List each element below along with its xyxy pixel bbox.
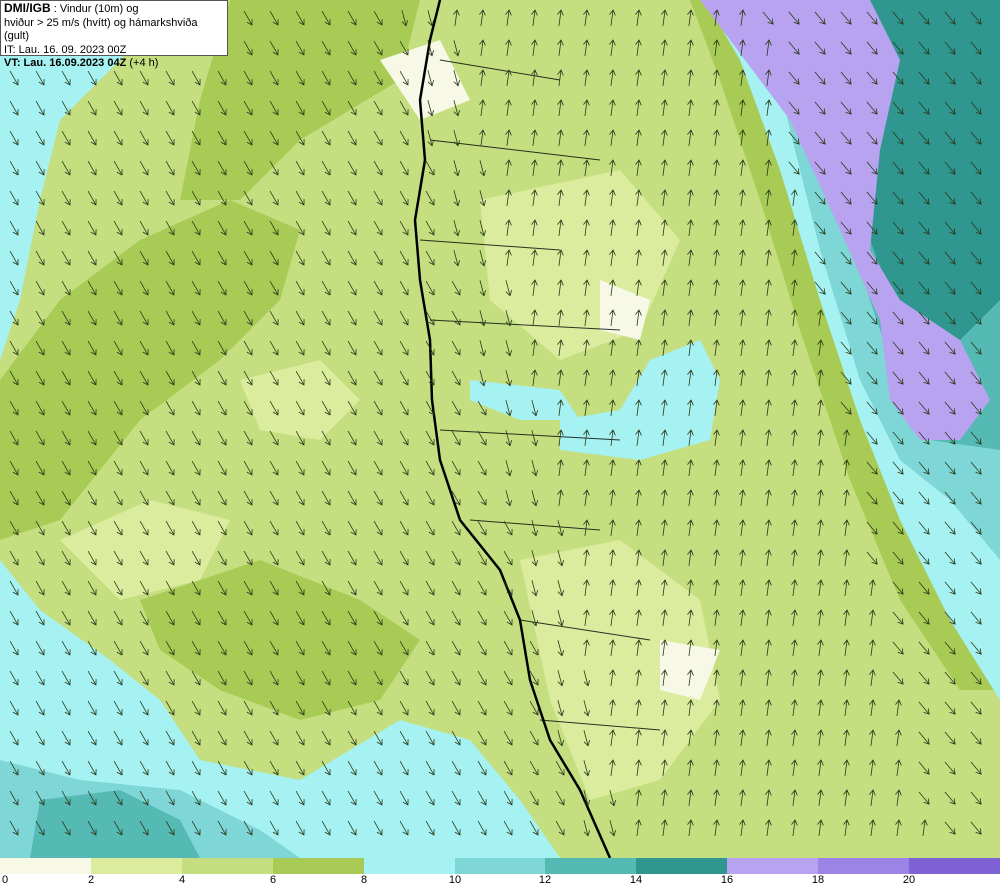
valid-time: VT: Lau. 16.09.2023 04Z bbox=[4, 57, 127, 69]
legend-tick-label: 8 bbox=[360, 874, 368, 886]
legend-swatch bbox=[545, 858, 637, 874]
legend-tick-label: 10 bbox=[448, 874, 462, 886]
legend-swatch bbox=[363, 858, 455, 874]
info-title: DMI/IGB bbox=[4, 1, 51, 15]
legend-tick-labels: 0 2 4 6 8 10 12 14 16 18 20 bbox=[0, 874, 1000, 887]
legend-tick-label: 0 bbox=[2, 874, 9, 886]
info-line-4: VT: Lau. 16.09.2023 04Z (+4 h) bbox=[4, 57, 224, 71]
legend-swatch bbox=[454, 858, 546, 874]
legend-tick-label: 12 bbox=[538, 874, 552, 886]
legend-tick-label: 14 bbox=[629, 874, 643, 886]
valid-time-offset: (+4 h) bbox=[126, 57, 159, 69]
wind-map[interactable] bbox=[0, 0, 1000, 858]
legend-tick-label: 6 bbox=[269, 874, 277, 886]
legend-color-bar bbox=[0, 858, 1000, 874]
info-line-1: DMI/IGB : Vindur (10m) og bbox=[4, 1, 224, 17]
wind-map-canvas bbox=[0, 0, 1000, 858]
legend-swatch bbox=[181, 858, 273, 874]
legend-swatch bbox=[727, 858, 819, 874]
legend-swatch bbox=[909, 858, 1000, 874]
legend-swatch bbox=[272, 858, 364, 874]
legend-swatch bbox=[0, 858, 91, 874]
legend-tick-label: 2 bbox=[87, 874, 95, 886]
color-legend: 0 2 4 6 8 10 12 14 16 18 20 bbox=[0, 858, 1000, 887]
legend-swatch bbox=[818, 858, 910, 874]
legend-swatch bbox=[636, 858, 728, 874]
legend-tick-label: 18 bbox=[811, 874, 825, 886]
legend-tick-label: 20 bbox=[902, 874, 916, 886]
legend-tick-label: 4 bbox=[178, 874, 186, 886]
info-line-3: IT: Lau. 16. 09. 2023 00Z bbox=[4, 43, 127, 56]
map-info-box: DMI/IGB : Vindur (10m) og hviður > 25 m/… bbox=[0, 0, 228, 69]
info-line-2: hviður > 25 m/s (hvítt) og hámarkshviða … bbox=[4, 16, 198, 43]
legend-tick-label: 16 bbox=[720, 874, 734, 886]
info-title-rest: : Vindur (10m) og bbox=[50, 3, 139, 15]
legend-swatch bbox=[90, 858, 182, 874]
